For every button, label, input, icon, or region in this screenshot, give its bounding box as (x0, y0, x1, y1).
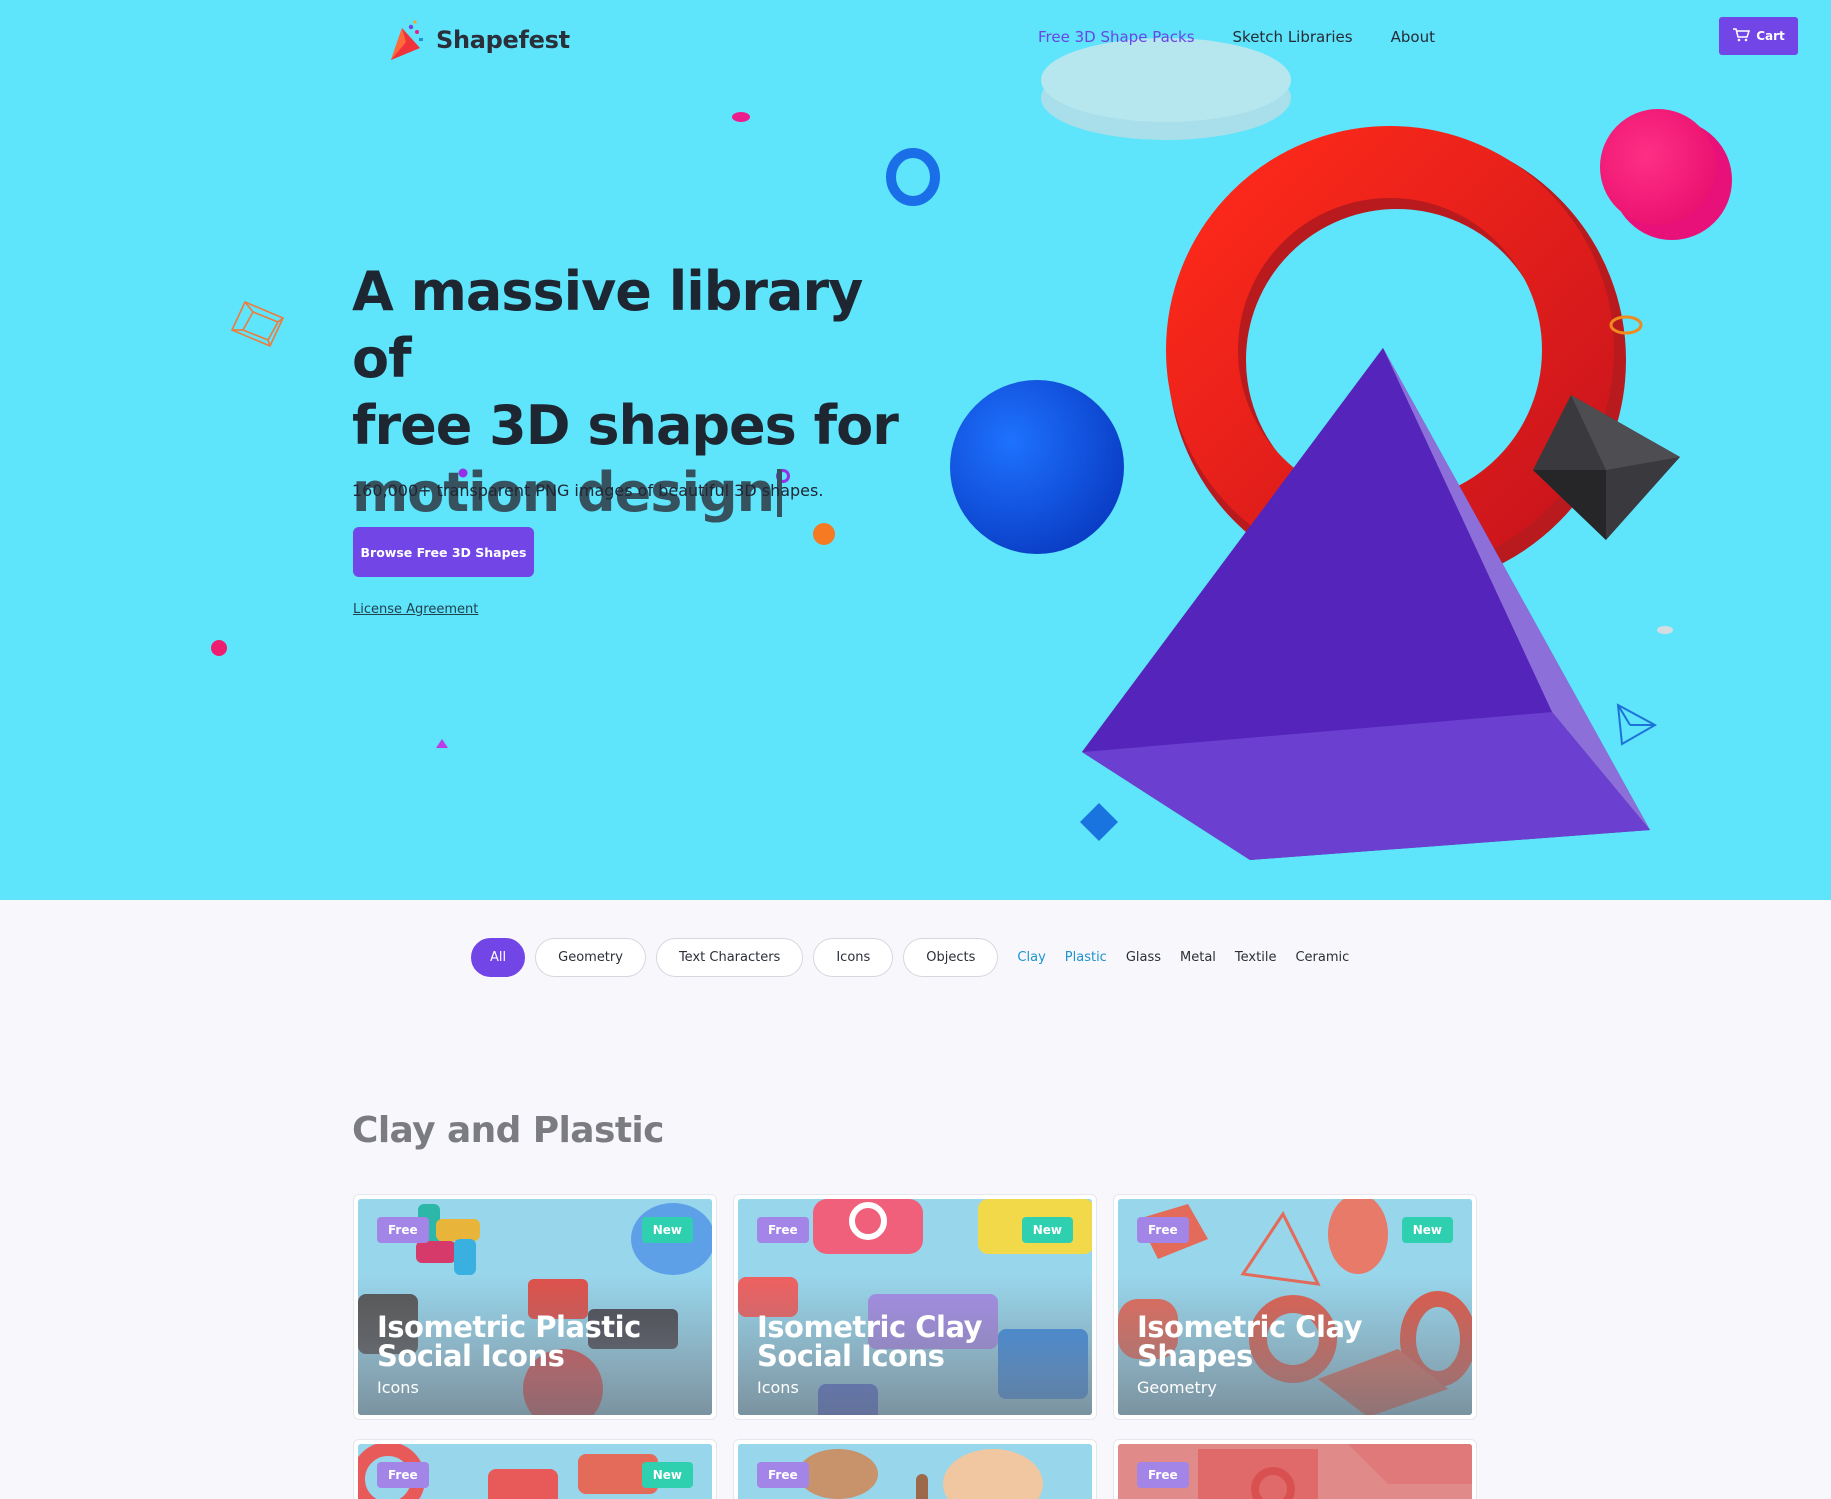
pack-card-category: Geometry (1137, 1378, 1217, 1397)
browse-shapes-button[interactable]: Browse Free 3D Shapes (353, 527, 534, 577)
filter-all[interactable]: All (471, 938, 526, 977)
main-nav: Free 3D Shape Packs Sketch Libraries Abo… (1038, 28, 1435, 46)
pack-card-category: Icons (757, 1378, 799, 1397)
material-plastic[interactable]: Plastic (1065, 950, 1107, 965)
new-badge: New (1401, 1217, 1453, 1243)
pack-card-thumbnail: Free New Isometric Clay Social Icons Ico… (738, 1199, 1092, 1415)
nav-item-free-3d-shape-packs[interactable]: Free 3D Shape Packs (1038, 28, 1195, 46)
cart-label: Cart (1756, 29, 1785, 43)
new-badge: New (1021, 1217, 1073, 1243)
hero-section: Shapefest Free 3D Shape Packs Sketch Lib… (0, 0, 1831, 900)
pack-card-title: Isometric Clay Social Icons (757, 1310, 983, 1373)
pack-card-isometric-clay-shapes[interactable]: Free New Isometric Clay Shapes Geometry (1113, 1194, 1477, 1420)
section-title: Clay and Plastic (352, 1110, 665, 1151)
pack-card-thumbnail: Free New Isometric Plastic Social Icons … (358, 1199, 712, 1415)
new-badge: New (641, 1462, 693, 1488)
license-agreement-link[interactable]: License Agreement (353, 602, 478, 617)
free-badge: Free (1137, 1462, 1189, 1488)
pack-card-thumbnail: Free New Isometric Clay Shapes Geometry (1118, 1199, 1472, 1415)
nav-item-about[interactable]: About (1391, 28, 1435, 46)
pack-card-title: Isometric Clay Shapes (1137, 1310, 1363, 1373)
nav-item-sketch-libraries[interactable]: Sketch Libraries (1233, 28, 1353, 46)
free-badge: Free (757, 1462, 809, 1488)
hero-subhead: 160,000+ transparent PNG images of beaut… (352, 481, 824, 500)
headline-line-1: A massive library of (352, 260, 863, 390)
pack-card-thumbnail: Free (1118, 1444, 1472, 1499)
filter-objects[interactable]: Objects (903, 938, 999, 977)
filter-bar: All Geometry Text Characters Icons Objec… (471, 938, 1359, 977)
material-metal[interactable]: Metal (1180, 950, 1216, 965)
material-clay[interactable]: Clay (1017, 950, 1045, 965)
pack-card-category: Icons (377, 1378, 419, 1397)
filter-geometry[interactable]: Geometry (535, 938, 646, 977)
free-badge: Free (1137, 1217, 1189, 1243)
pack-card-isometric-clay-social-icons[interactable]: Free New Isometric Clay Social Icons Ico… (733, 1194, 1097, 1420)
free-badge: Free (377, 1217, 429, 1243)
cart-icon (1732, 27, 1751, 45)
material-textile[interactable]: Textile (1235, 950, 1277, 965)
filter-text-characters[interactable]: Text Characters (655, 938, 804, 977)
new-badge: New (641, 1217, 693, 1243)
material-glass[interactable]: Glass (1126, 950, 1161, 965)
hero-3d-shapes-illustration (211, 38, 1732, 860)
material-ceramic[interactable]: Ceramic (1295, 950, 1349, 965)
pack-card-title: Isometric Plastic Social Icons (377, 1310, 641, 1373)
brand-name: Shapefest (436, 26, 570, 54)
party-popper-icon (386, 18, 430, 62)
pack-card[interactable]: Free (733, 1439, 1097, 1499)
cart-button[interactable]: Cart (1719, 17, 1798, 55)
pack-card[interactable]: Free New (353, 1439, 717, 1499)
filter-icons[interactable]: Icons (813, 938, 894, 977)
free-badge: Free (377, 1462, 429, 1488)
pack-card-thumbnail: Free (738, 1444, 1092, 1499)
pack-card[interactable]: Free (1113, 1439, 1477, 1499)
pack-card-thumbnail: Free New (358, 1444, 712, 1499)
free-badge: Free (757, 1217, 809, 1243)
headline-line-2: free 3D shapes for (352, 394, 899, 457)
pack-card-isometric-plastic-social-icons[interactable]: Free New Isometric Plastic Social Icons … (353, 1194, 717, 1420)
brand-logo[interactable]: Shapefest (386, 18, 570, 62)
